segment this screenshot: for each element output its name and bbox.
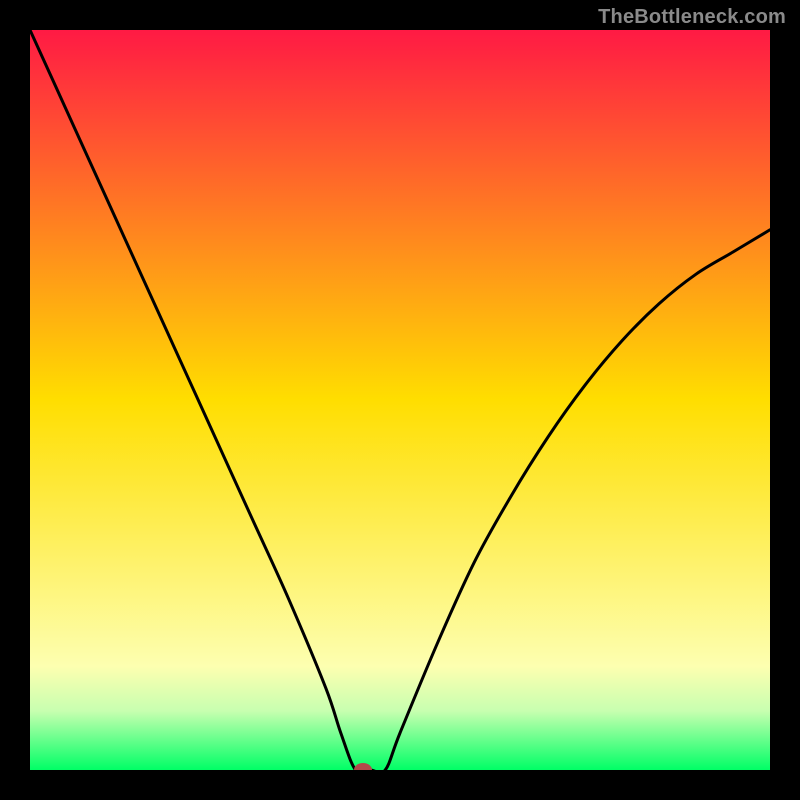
watermark-text: TheBottleneck.com	[598, 6, 786, 29]
chart-container: TheBottleneck.com	[0, 0, 800, 800]
plot-area	[30, 30, 770, 770]
chart-svg	[30, 30, 770, 770]
gradient-background	[30, 30, 770, 770]
